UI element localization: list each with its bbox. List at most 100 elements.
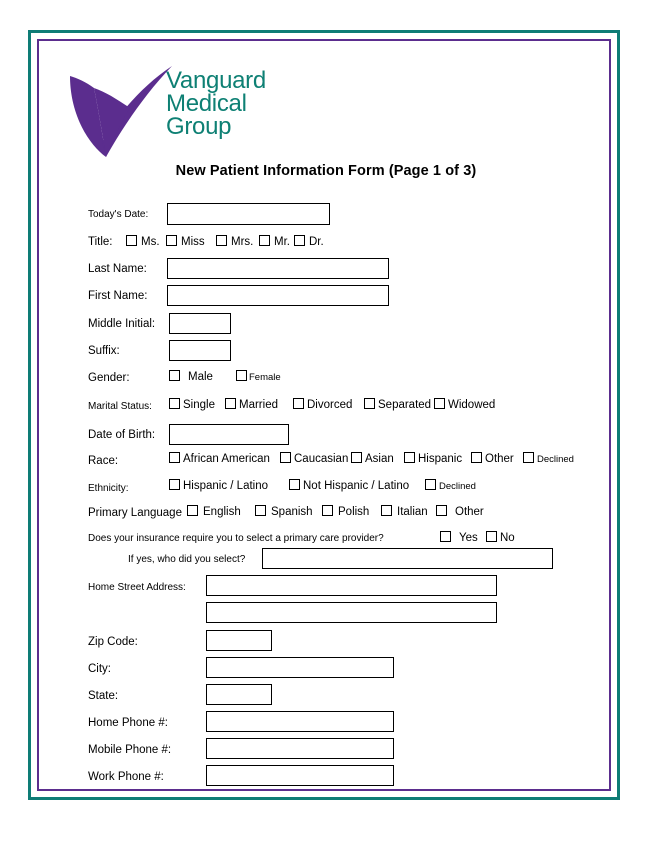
city-label: City: xyxy=(88,663,111,675)
race-checkbox-other[interactable] xyxy=(471,452,482,463)
race-label: Race: xyxy=(88,455,119,467)
title-option-dr: Dr. xyxy=(309,236,324,248)
language-checkbox-english[interactable] xyxy=(187,505,198,516)
pcp-name-input[interactable] xyxy=(262,548,553,569)
vanguard-medical-group-logo: Vanguard Medical Group xyxy=(68,62,266,162)
page-title: New Patient Information Form (Page 1 of … xyxy=(175,163,477,179)
ethnicity-option-declined: Declined xyxy=(439,481,476,492)
marital-checkbox-divorced[interactable] xyxy=(293,398,304,409)
title-checkbox-dr[interactable] xyxy=(294,235,305,246)
work-phone-input[interactable] xyxy=(206,765,394,786)
gender-option-male: Male xyxy=(188,371,213,383)
ethnicity-label: Ethnicity: xyxy=(88,483,129,494)
ethnicity-checkbox-hispanic-latino[interactable] xyxy=(169,479,180,490)
middle-initial-label: Middle Initial: xyxy=(88,318,156,330)
zip-code-input[interactable] xyxy=(206,630,272,651)
language-checkbox-spanish[interactable] xyxy=(255,505,266,516)
language-option-italian: Italian xyxy=(397,506,428,518)
last-name-input[interactable] xyxy=(167,258,389,279)
suffix-label: Suffix: xyxy=(88,345,120,357)
language-option-other: Other xyxy=(455,506,484,518)
ethnicity-checkbox-not-hispanic-latino[interactable] xyxy=(289,479,300,490)
title-option-mr: Mr. xyxy=(274,236,290,248)
state-label: State: xyxy=(88,690,119,702)
race-checkbox-hispanic[interactable] xyxy=(404,452,415,463)
marital-checkbox-widowed[interactable] xyxy=(434,398,445,409)
race-checkbox-caucasian[interactable] xyxy=(280,452,291,463)
logo-line-2: Medical xyxy=(166,90,247,117)
suffix-input[interactable] xyxy=(169,340,231,361)
gender-checkbox-female[interactable] xyxy=(236,370,247,381)
ethnicity-option-hispanic-latino: Hispanic / Latino xyxy=(183,480,269,492)
race-option-caucasian: Caucasian xyxy=(294,453,349,465)
mobile-phone-input[interactable] xyxy=(206,738,394,759)
page-canvas: Vanguard Medical Group New Patient Infor… xyxy=(0,0,652,842)
todays-date-label: Today's Date: xyxy=(88,209,149,220)
marital-status-label: Marital Status: xyxy=(88,401,152,412)
title-option-miss: Miss xyxy=(181,236,205,248)
gender-checkbox-male[interactable] xyxy=(169,370,180,381)
language-option-spanish: Spanish xyxy=(271,506,313,518)
gender-option-female: Female xyxy=(249,372,281,383)
home-street-address-label: Home Street Address: xyxy=(88,582,186,593)
marital-option-single: Single xyxy=(183,399,215,411)
checkmark-icon xyxy=(70,66,172,157)
last-name-label: Last Name: xyxy=(88,263,147,275)
marital-option-divorced: Divorced xyxy=(307,399,353,411)
logo-line-1: Vanguard xyxy=(166,67,266,94)
zip-code-label: Zip Code: xyxy=(88,636,138,648)
insurance-question-label: Does your insurance require you to selec… xyxy=(88,533,384,544)
insurance-option-no: No xyxy=(500,532,515,544)
ethnicity-option-not-hispanic-latino: Not Hispanic / Latino xyxy=(303,480,410,492)
race-option-african-american: African American xyxy=(183,453,270,465)
middle-initial-input[interactable] xyxy=(169,313,231,334)
title-option-mrs: Mrs. xyxy=(231,236,254,248)
date-of-birth-input[interactable] xyxy=(169,424,289,445)
insurance-checkbox-no[interactable] xyxy=(486,531,497,542)
state-input[interactable] xyxy=(206,684,272,705)
home-phone-label: Home Phone #: xyxy=(88,717,168,729)
language-option-english: English xyxy=(203,506,241,518)
race-checkbox-african-american[interactable] xyxy=(169,452,180,463)
race-checkbox-declined[interactable] xyxy=(523,452,534,463)
title-option-ms: Ms. xyxy=(141,236,160,248)
insurance-option-yes: Yes xyxy=(459,532,478,544)
language-checkbox-polish[interactable] xyxy=(322,505,333,516)
title-checkbox-ms[interactable] xyxy=(126,235,137,246)
race-option-other: Other xyxy=(485,453,514,465)
language-checkbox-other[interactable] xyxy=(436,505,447,516)
primary-language-label: Primary Language xyxy=(88,507,182,519)
marital-checkbox-single[interactable] xyxy=(169,398,180,409)
todays-date-input[interactable] xyxy=(167,203,330,225)
mobile-phone-label: Mobile Phone #: xyxy=(88,744,172,756)
race-checkbox-asian[interactable] xyxy=(351,452,362,463)
logo-text: Vanguard Medical Group xyxy=(166,67,266,140)
form-content: Vanguard Medical Group New Patient Infor… xyxy=(0,0,652,842)
first-name-input[interactable] xyxy=(167,285,389,306)
home-phone-input[interactable] xyxy=(206,711,394,732)
title-checkbox-mrs[interactable] xyxy=(216,235,227,246)
work-phone-label: Work Phone #: xyxy=(88,771,164,783)
race-option-declined: Declined xyxy=(537,454,574,465)
race-option-asian: Asian xyxy=(365,453,394,465)
language-checkbox-italian[interactable] xyxy=(381,505,392,516)
title-checkbox-mr[interactable] xyxy=(259,235,270,246)
insurance-checkbox-yes[interactable] xyxy=(440,531,451,542)
language-option-polish: Polish xyxy=(338,506,370,518)
city-input[interactable] xyxy=(206,657,394,678)
date-of-birth-label: Date of Birth: xyxy=(88,429,156,441)
title-label: Title: xyxy=(88,236,113,248)
marital-option-widowed: Widowed xyxy=(448,399,496,411)
marital-option-married: Married xyxy=(239,399,278,411)
race-option-hispanic: Hispanic xyxy=(418,453,463,465)
marital-option-separated: Separated xyxy=(378,399,432,411)
marital-checkbox-separated[interactable] xyxy=(364,398,375,409)
title-checkbox-miss[interactable] xyxy=(166,235,177,246)
home-street-address-input-line2[interactable] xyxy=(206,602,497,623)
logo-line-3: Group xyxy=(166,113,232,140)
first-name-label: First Name: xyxy=(88,290,148,302)
pcp-question-label: If yes, who did you select? xyxy=(128,554,246,565)
ethnicity-checkbox-declined[interactable] xyxy=(425,479,436,490)
home-street-address-input-line1[interactable] xyxy=(206,575,497,596)
marital-checkbox-married[interactable] xyxy=(225,398,236,409)
